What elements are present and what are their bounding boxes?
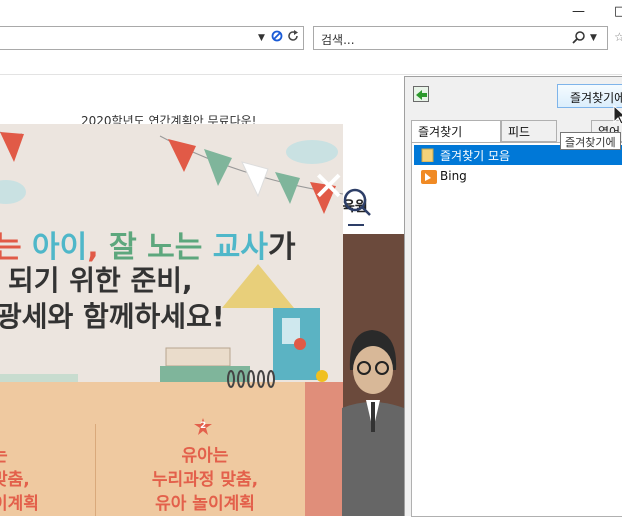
banner-word-teacher: 교사 (212, 230, 268, 265)
browser-toolbar: — □ ▼ 검색... ▼ ☆ (0, 0, 622, 76)
search-input[interactable]: 검색... ▼ (313, 26, 608, 50)
banner-col1: 는 맞춤, 이계획 (0, 444, 39, 516)
banner-col2-line1: 유아는 (181, 446, 229, 466)
house-illustration (160, 264, 328, 382)
maximize-button[interactable]: □ (614, 4, 622, 19)
tab-favorites[interactable]: 즐겨찾기 (411, 120, 501, 143)
address-bar[interactable]: ▼ (0, 26, 304, 50)
search-icon[interactable] (572, 30, 586, 47)
search-dropdown-icon[interactable]: ▼ (590, 33, 597, 43)
step-badge: 2 (194, 418, 212, 436)
favorites-list: 즐겨찾기 모음 Bing (411, 142, 622, 517)
banner-col1-line2: 맞춤, (0, 470, 30, 490)
teacher-character-illustration (342, 330, 404, 516)
bunting-decoration (0, 131, 343, 214)
favorites-star-icon[interactable]: ☆ (614, 30, 622, 44)
mouse-cursor-icon (613, 105, 622, 125)
popup-banner[interactable]: 는 아이, 잘 노는 교사가 되기 위한 준비, 광세와 함께하세요! 는 맞춤… (0, 124, 343, 516)
toolbar-separator (0, 57, 622, 75)
pin-panel-button[interactable] (413, 86, 429, 102)
stop-icon[interactable] (271, 30, 283, 45)
favorites-folder-label: 즐겨찾기 모음 (440, 149, 511, 163)
bing-icon (421, 170, 437, 184)
refresh-icon[interactable] (287, 30, 299, 45)
column-divider (95, 424, 96, 516)
favorites-panel: 즐겨찾기에 추가 즐겨찾기 피드 열어 즐겨찾기 모음 Bing 즐겨찾기에 (404, 76, 622, 517)
back-arrow-icon (416, 90, 427, 100)
step-number: 2 (200, 421, 207, 431)
favorites-bing-label: Bing (440, 169, 467, 183)
banner-col2-line3: 유아 놀이계획 (155, 494, 255, 514)
close-popup-button[interactable]: ✕ (312, 167, 346, 207)
banner-pink-strip (305, 382, 343, 516)
spiral-binding (227, 370, 275, 388)
address-dropdown-icon[interactable]: ▼ (258, 33, 265, 43)
tab-feeds[interactable]: 피드 (501, 120, 557, 142)
folder-icon (421, 148, 434, 162)
add-favorites-tooltip: 즐겨찾기에 (560, 132, 621, 150)
banner-col2: 유아는 누리과정 맞춤, 유아 놀이계획 (145, 444, 265, 516)
banner-col2-line2: 누리과정 맞춤, (151, 470, 259, 490)
web-page-content: 2020학년도 연간계획안 무료다운! 육원 는 아이, 잘 노는 교사가 되기… (0, 84, 404, 516)
search-placeholder: 검색... (321, 33, 355, 47)
banner-col1-line3: 이계획 (0, 494, 39, 514)
banner-line1-suffix: 가 (268, 230, 296, 265)
minimize-button[interactable]: — (572, 4, 585, 19)
favorites-bing-item[interactable]: Bing (414, 167, 622, 187)
page-search-icon[interactable] (342, 187, 372, 229)
banner-col1-line1: 는 (0, 444, 39, 468)
